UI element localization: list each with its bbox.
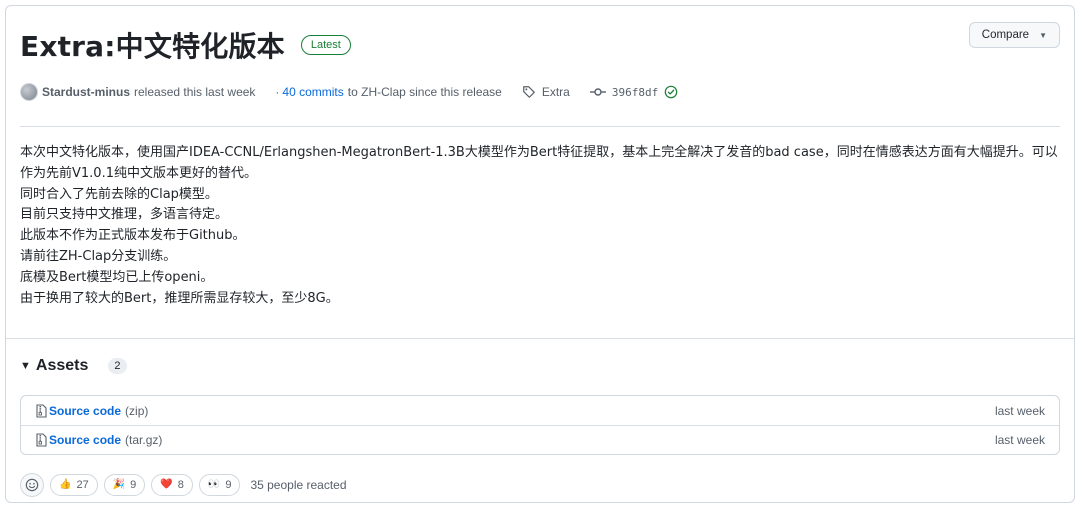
asset-link-zip[interactable]: Source code <box>49 404 121 418</box>
reaction-count: 27 <box>76 479 89 491</box>
asset-time: last week <box>994 433 1045 447</box>
compare-button[interactable]: Compare ▼ <box>968 22 1060 48</box>
notes-line: 本次中文特化版本，使用国产IDEA-CCNL/Erlangshen-Megatr… <box>20 145 1058 181</box>
asset-list: Source code (zip) last week Source code … <box>20 395 1060 455</box>
reaction-count: 9 <box>130 479 137 491</box>
notes-line: 由于换用了较大的Bert，推理所需显存较大，至少8G。 <box>20 290 339 306</box>
notes-line: 目前只支持中文推理，多语言待定。 <box>20 207 229 223</box>
release-header: Extra:中文特化版本 Latest Compare ▼ Stardust-m… <box>20 22 1060 128</box>
commits-separator: · <box>275 85 280 99</box>
notes-line: 请前往ZH-Clap分支训练。 <box>20 248 177 264</box>
compare-label: Compare <box>981 29 1030 41</box>
file-zip-icon <box>35 403 47 418</box>
release-notes: 本次中文特化版本，使用国产IDEA-CCNL/Erlangshen-Megatr… <box>20 143 1060 309</box>
reaction-heart[interactable]: ❤️ 8 <box>151 474 193 496</box>
divider <box>20 126 1060 127</box>
reaction-eyes[interactable]: 👀 9 <box>198 474 241 496</box>
thumbs-up-icon: 👍 <box>59 479 72 490</box>
title-row: Extra:中文特化版本 Latest <box>20 25 1060 65</box>
caret-down-icon: ▼ <box>1039 30 1047 40</box>
release-meta: Stardust-minus released this last week ·… <box>20 82 1060 102</box>
commit-sha: 396f8df <box>611 85 659 99</box>
avatar[interactable] <box>20 83 38 101</box>
assets-toggle[interactable]: ▼ Assets 2 <box>20 357 127 375</box>
assets-section: ▼ Assets 2 Source code (zip) last week S… <box>6 338 1074 497</box>
commits-link[interactable]: 40 commits <box>282 85 343 99</box>
file-zip-icon <box>35 433 47 447</box>
assets-title: Assets <box>35 357 89 374</box>
release-title[interactable]: Extra:中文特化版本 <box>20 25 285 65</box>
smiley-icon <box>25 478 39 492</box>
verified-check-icon[interactable] <box>664 85 678 99</box>
latest-badge: Latest <box>300 35 351 55</box>
reactions-bar: 👍 27 🎉 9 ❤️ 8 👀 9 35 people reacted <box>20 473 347 497</box>
asset-row: Source code (tar.gz) last week <box>21 425 1059 454</box>
commit-link[interactable]: 396f8df <box>589 85 678 99</box>
tag-label: Extra <box>541 85 570 99</box>
heart-icon: ❤️ <box>160 479 173 490</box>
reaction-hooray[interactable]: 🎉 9 <box>103 474 146 496</box>
party-popper-icon: 🎉 <box>112 479 126 490</box>
reaction-count: 8 <box>177 479 184 491</box>
asset-row: Source code (zip) last week <box>21 396 1059 425</box>
reaction-thumbs-up[interactable]: 👍 27 <box>50 474 98 496</box>
tag-icon <box>522 85 536 99</box>
reactions-summary: 35 people reacted <box>250 478 347 492</box>
notes-line: 此版本不作为正式版本发布于Github。 <box>20 228 246 244</box>
asset-link-targz[interactable]: Source code <box>49 433 121 447</box>
eyes-icon: 👀 <box>207 479 221 490</box>
release-card: Extra:中文特化版本 Latest Compare ▼ Stardust-m… <box>5 5 1075 503</box>
add-reaction-button[interactable] <box>20 473 44 497</box>
tag-link[interactable]: Extra <box>522 85 570 99</box>
git-commit-icon <box>589 85 606 99</box>
asset-ext: (tar.gz) <box>125 433 163 447</box>
asset-ext: (zip) <box>125 403 149 418</box>
released-text: released this last week <box>134 85 256 99</box>
author-link[interactable]: Stardust-minus <box>42 85 130 99</box>
assets-count-badge: 2 <box>108 358 127 374</box>
notes-line: 底模及Bert模型均已上传openi。 <box>20 269 214 285</box>
triangle-down-icon: ▼ <box>20 360 31 372</box>
asset-time: last week <box>994 403 1045 418</box>
reaction-count: 9 <box>225 479 232 491</box>
notes-line: 同时合入了先前去除的Clap模型。 <box>20 186 218 202</box>
commits-suffix: to ZH-Clap since this release <box>347 85 502 99</box>
